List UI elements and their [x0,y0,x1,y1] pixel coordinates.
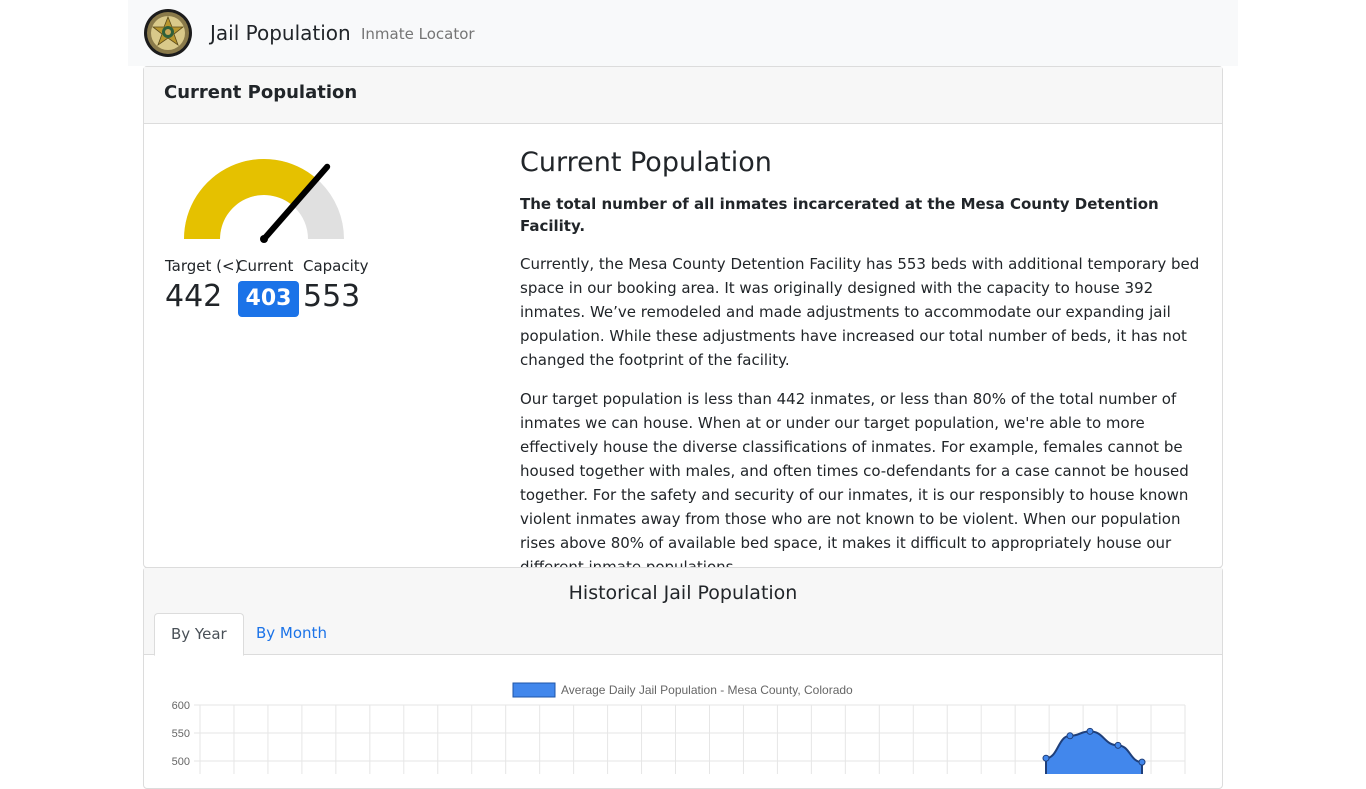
tab-by-month[interactable]: By Month [240,613,343,653]
data-point [1042,754,1050,762]
historical-title: Historical Jail Population [568,582,798,604]
historical-population-card: Historical Jail Population By Year By Mo… [143,567,1223,789]
current-value-badge: 403 [238,281,299,317]
target-label: Target (<) [165,257,241,275]
tab-by-year[interactable]: By Year [154,613,244,656]
sheriff-badge-logo[interactable] [143,8,193,58]
y-tick-label: 550 [172,728,190,740]
brand-title[interactable]: Jail Population [210,21,351,45]
current-label: Current [237,257,294,275]
card-header-title: Current Population [164,82,358,103]
nav-link-inmate-locator[interactable]: Inmate Locator [361,25,475,43]
description-paragraph: Currently, the Mesa County Detention Fac… [520,255,1200,369]
description-lead: The total number of all inmates incarcer… [520,195,1159,235]
population-gauge [184,159,344,243]
y-axis-ticks: 600 550 500 [172,700,190,768]
navbar: Jail Population Inmate Locator [128,0,1238,66]
data-point [1138,758,1146,766]
historical-header: Historical Jail Population By Year By Mo… [144,568,1222,656]
card-header: Current Population [144,67,1222,124]
capacity-value: 553 [303,279,361,314]
chart-grid [194,704,1186,774]
y-tick-label: 500 [172,756,190,768]
y-tick-label: 600 [172,700,190,712]
gauge-needle-hub [260,235,268,243]
legend-label: Average Daily Jail Population - Mesa Cou… [561,683,853,697]
legend-swatch [512,682,556,698]
description-paragraph: Our target population is less than 442 i… [520,390,1189,576]
population-description: Current Population The total number of a… [520,145,1202,579]
description-heading: Current Population [520,147,772,178]
population-chart: Average Daily Jail Population - Mesa Cou… [172,682,1186,774]
data-point [1066,732,1074,740]
target-value: 442 [165,279,223,314]
data-point [1086,727,1094,735]
current-population-card: Current Population Target (<) Current Ca… [143,66,1223,576]
data-point [1114,741,1122,749]
capacity-label: Capacity [303,257,369,275]
